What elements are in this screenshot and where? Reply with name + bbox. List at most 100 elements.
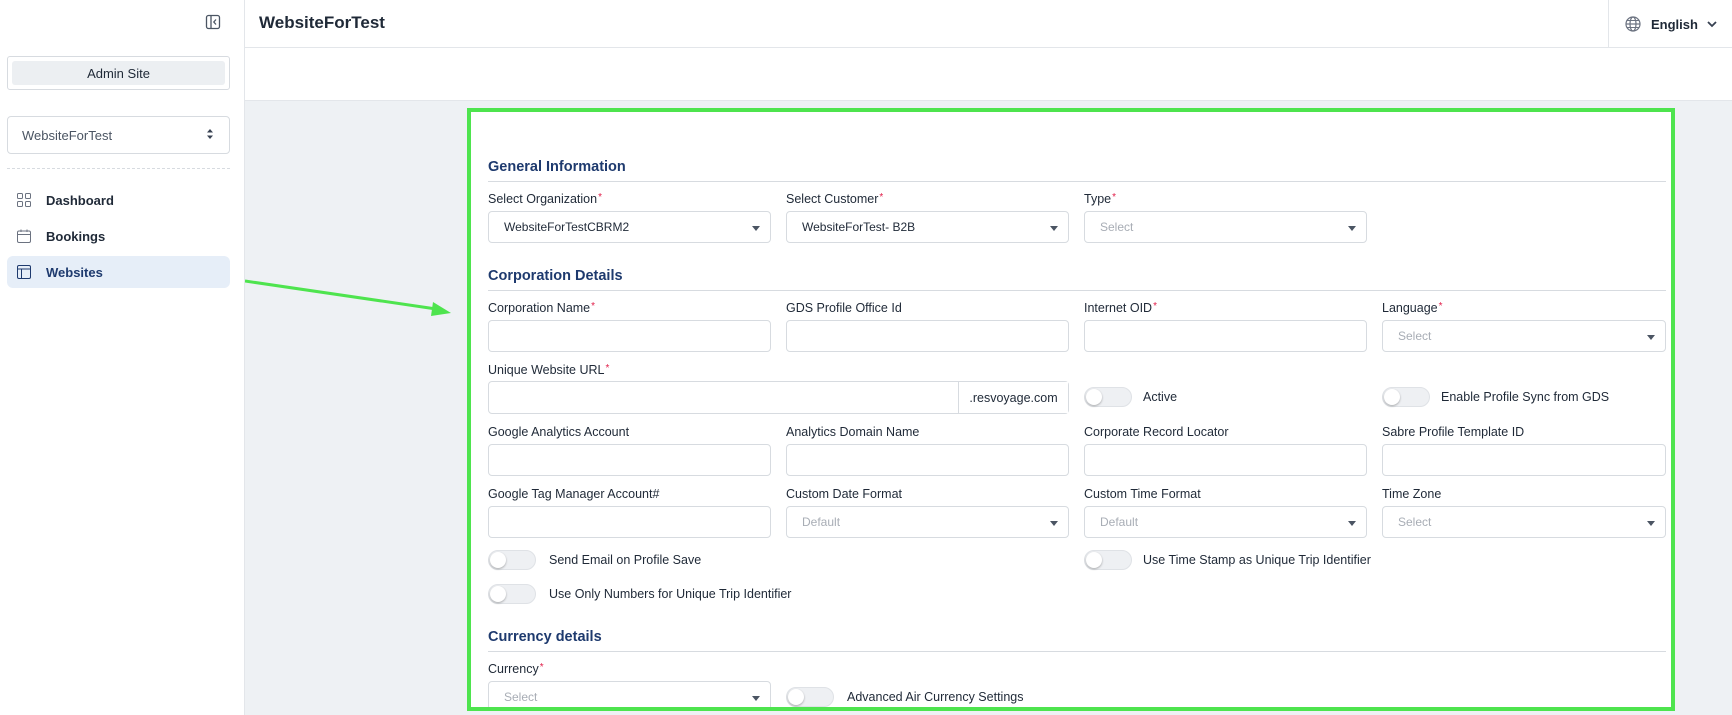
time-format-select[interactable]: Default [1084,506,1367,538]
gtm-account-input[interactable] [488,506,771,538]
caret-down-icon [752,696,760,701]
profile-sync-toggle[interactable] [1382,387,1430,407]
section-divider [488,651,1666,652]
sidebar-item-bookings[interactable]: Bookings [7,220,230,252]
date-format-label: Custom Date Format [786,487,903,501]
active-label: Active [1143,390,1178,404]
url-input[interactable] [489,382,958,413]
url-label: Unique Website URL* [488,363,610,377]
language-selector[interactable]: English [1608,0,1732,48]
caret-down-icon [1647,521,1655,526]
currency-select[interactable]: Select [488,681,771,707]
caret-down-icon [1647,335,1655,340]
sabre-template-label: Sabre Profile Template ID [1382,425,1525,439]
timezone-select[interactable]: Select [1382,506,1666,538]
url-input-group: .resvoyage.com [488,381,1069,414]
admin-site-box: Admin Site [7,56,230,90]
analytics-domain-label: Analytics Domain Name [786,425,920,439]
caret-down-icon [1050,226,1058,231]
sidebar-divider [7,168,230,169]
sabre-template-input[interactable] [1382,444,1666,476]
gtm-account-label: Google Tag Manager Account# [488,487,660,501]
chevron-down-icon [1706,18,1718,30]
customer-label: Select Customer* [786,192,884,206]
numbers-only-toggle[interactable] [488,584,536,604]
send-email-label: Send Email on Profile Save [549,553,702,567]
gds-profile-label: GDS Profile Office Id [786,301,902,315]
corporation-name-input[interactable] [488,320,771,352]
timezone-label: Time Zone [1382,487,1442,501]
admin-site-button[interactable]: Admin Site [12,61,225,85]
sidebar-item-dashboard[interactable]: Dashboard [7,184,230,216]
website-form-panel: General Information Select Organization*… [467,108,1675,711]
website-selector-value: WebsiteForTest [22,127,113,143]
language-select[interactable]: Select [1382,320,1666,352]
timestamp-toggle[interactable] [1084,550,1132,570]
record-locator-input[interactable] [1084,444,1367,476]
internet-oid-input[interactable] [1084,320,1367,352]
sidebar-item-label: Websites [46,264,103,280]
section-title-corporation: Corporation Details [488,268,623,284]
url-suffix: .resvoyage.com [958,382,1068,413]
section-title-general: General Information [488,159,626,175]
browser-icon [17,265,31,279]
top-header: WebsiteForTest English [245,0,1732,48]
timestamp-label: Use Time Stamp as Unique Trip Identifier [1143,553,1371,567]
sidebar-collapse-icon[interactable] [205,14,221,30]
toggle-knob [490,586,506,602]
language-placeholder: Select [1398,329,1432,343]
type-placeholder: Select [1100,220,1134,234]
toggle-knob [490,552,506,568]
sort-updown-icon [205,127,215,144]
section-divider [488,290,1666,291]
time-format-label: Custom Time Format [1084,487,1201,501]
organization-value: WebsiteForTestCBRM2 [504,220,630,234]
currency-label: Currency* [488,662,544,676]
gds-profile-input[interactable] [786,320,1069,352]
ga-account-label: Google Analytics Account [488,425,630,439]
sidebar-nav: Dashboard Bookings Websites [7,184,230,292]
caret-down-icon [1050,521,1058,526]
toggle-knob [1384,389,1400,405]
section-title-currency: Currency details [488,629,602,645]
date-format-select[interactable]: Default [786,506,1069,538]
sidebar-item-label: Dashboard [46,192,114,208]
toggle-knob [788,689,804,705]
section-divider [488,181,1666,182]
currency-placeholder: Select [504,690,538,704]
toggle-knob [1086,552,1102,568]
active-toggle[interactable] [1084,387,1132,407]
customer-value: WebsiteForTest- B2B [802,220,916,234]
ga-account-input[interactable] [488,444,771,476]
page-title: WebsiteForTest [259,13,385,32]
caret-down-icon [752,226,760,231]
numbers-only-label: Use Only Numbers for Unique Trip Identif… [549,587,792,601]
organization-select[interactable]: WebsiteForTestCBRM2 [488,211,771,243]
date-format-placeholder: Default [802,515,841,529]
advanced-currency-label: Advanced Air Currency Settings [847,690,1024,704]
globe-icon [1625,16,1641,32]
language-label: Language* [1382,301,1443,315]
sidebar-item-websites[interactable]: Websites [7,256,230,288]
advanced-currency-toggle[interactable] [786,687,834,707]
sidebar: Admin Site WebsiteForTest Dashboard Book… [0,0,245,715]
type-select[interactable]: Select [1084,211,1367,243]
corporation-name-label: Corporation Name* [488,301,596,315]
caret-down-icon [1348,226,1356,231]
website-selector[interactable]: WebsiteForTest [7,116,230,154]
internet-oid-label: Internet OID* [1084,301,1157,315]
timezone-placeholder: Select [1398,515,1432,529]
language-value: English [1651,16,1698,32]
analytics-domain-input[interactable] [786,444,1069,476]
grid-icon [17,193,31,207]
profile-sync-label: Enable Profile Sync from GDS [1441,390,1610,404]
sidebar-item-label: Bookings [46,228,106,244]
calendar-icon [17,229,31,243]
time-format-placeholder: Default [1100,515,1139,529]
caret-down-icon [1348,521,1356,526]
type-label: Type* [1084,192,1117,206]
send-email-toggle[interactable] [488,550,536,570]
customer-select[interactable]: WebsiteForTest- B2B [786,211,1069,243]
toggle-knob [1086,389,1102,405]
annotation-arrow-icon [245,279,451,316]
